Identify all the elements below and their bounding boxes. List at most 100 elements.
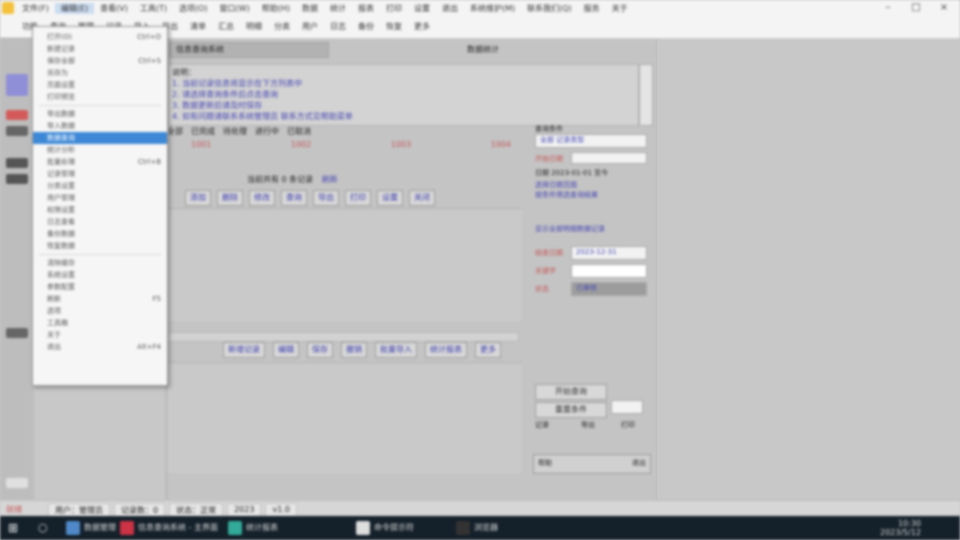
toolbar-button[interactable]: 编辑 — [273, 342, 299, 358]
dropdown-item[interactable]: 清除缓存 — [33, 257, 167, 269]
dropdown-item[interactable]: 工具箱 — [33, 317, 167, 329]
taskbar-item[interactable]: 命令提示符 — [356, 519, 414, 537]
menu-item[interactable]: 编辑(E) — [54, 2, 95, 14]
menu-item[interactable]: 窗口(W) — [214, 3, 256, 14]
search-icon[interactable]: ○ — [38, 519, 48, 537]
dropdown-item[interactable]: 记录管理 — [33, 168, 167, 180]
menu-item[interactable]: 帮助(H) — [256, 3, 296, 14]
filter-link[interactable]: 按条件筛选查询结果 — [535, 190, 598, 200]
menu-item[interactable]: 备份 — [352, 21, 380, 32]
menu-item[interactable]: 文件(F) — [16, 3, 55, 14]
menu-item[interactable]: 联系我们(Q) — [521, 3, 578, 14]
toolbar-button[interactable]: 更多 — [475, 342, 501, 358]
toolbar-button[interactable]: 批量导入 — [375, 342, 417, 358]
icon-row-item[interactable] — [575, 455, 583, 473]
end-date-input[interactable]: 2023-12-31 — [571, 246, 647, 260]
list-area-2[interactable] — [167, 362, 522, 473]
dropdown-item[interactable]: 分类设置 — [33, 180, 167, 192]
dropdown-item[interactable]: 用户管理 — [33, 192, 167, 204]
menu-item[interactable]: 恢复 — [380, 21, 408, 32]
menu-item[interactable]: 清单 — [184, 21, 212, 32]
taskbar-item[interactable]: 浏览器 — [456, 519, 498, 537]
close-icon[interactable]: × — [936, 2, 952, 14]
strip-icon-4[interactable] — [6, 158, 28, 168]
dropdown-item[interactable]: 打开(O) Ctrl+O — [33, 31, 167, 43]
dropdown-item[interactable]: 系统设置 — [33, 269, 167, 281]
toolbar-button[interactable]: 导出 — [313, 190, 339, 206]
option-input[interactable] — [611, 400, 643, 414]
row-tab[interactable]: 进行中 — [255, 126, 279, 137]
clock[interactable]: 10:30 2023/5/12 — [880, 519, 921, 537]
info-scrollbar[interactable] — [639, 64, 653, 126]
strip-icon-3[interactable] — [6, 126, 28, 136]
dropdown-item[interactable]: 保存全部 Ctrl+S — [33, 55, 167, 67]
menu-item[interactable]: 统计 — [324, 3, 352, 14]
reset-button[interactable]: 重置条件 — [535, 402, 607, 418]
icon-row-item[interactable]: 帮助 — [534, 455, 556, 473]
start-date-input[interactable] — [571, 152, 647, 164]
query-button[interactable]: 开始查询 — [535, 384, 607, 400]
icon-row-item[interactable] — [601, 455, 609, 473]
dropdown-item[interactable]: 导入数据 — [33, 120, 167, 132]
menu-item[interactable]: 日志 — [324, 21, 352, 32]
menu-item[interactable]: 数据 — [296, 3, 324, 14]
dropdown-item[interactable]: 统计分析 — [33, 144, 167, 156]
center-refresh-link[interactable]: 刷新 — [322, 175, 338, 184]
menu-item[interactable]: 工具(T) — [134, 3, 173, 14]
dropdown-item[interactable]: 权限设置 — [33, 204, 167, 216]
menu-item[interactable]: 明细 — [240, 21, 268, 32]
toolbar-button[interactable]: 查询 — [281, 190, 307, 206]
list-area-1[interactable] — [167, 208, 522, 321]
taskbar-item[interactable]: 信息查询系统 - 主界面 — [120, 519, 218, 537]
dropdown-item[interactable]: 刷新 F5 — [33, 293, 167, 305]
menu-item[interactable]: 查看(V) — [94, 3, 134, 14]
toolbar-button[interactable]: 设置 — [377, 190, 403, 206]
keyword-input[interactable] — [571, 264, 647, 278]
menu-item[interactable]: 报表 — [352, 3, 380, 14]
toolbar-button[interactable]: 关闭 — [409, 190, 435, 206]
dropdown-item[interactable]: 批量处理 Ctrl+B — [33, 156, 167, 168]
menu-item[interactable]: 更多 — [408, 21, 436, 32]
dropdown-item[interactable]: 退出 Alt+F4 — [33, 341, 167, 353]
start-button-icon[interactable]: ⊞ — [8, 519, 18, 537]
toolbar-button[interactable]: 删除 — [217, 190, 243, 206]
dropdown-item[interactable]: 恢复数据 — [33, 240, 167, 252]
dropdown-item[interactable]: 日志查看 — [33, 216, 167, 228]
icon-row-item[interactable]: 退出 — [628, 455, 650, 473]
row-tab[interactable]: 全部 — [167, 126, 183, 137]
row-tab[interactable]: 已完成 — [191, 126, 215, 137]
row-tab[interactable]: 待处理 — [223, 126, 247, 137]
toolbar-button[interactable]: 撤销 — [341, 342, 367, 358]
option-export[interactable]: 导出 — [581, 420, 595, 430]
toolbar-button[interactable]: 新增记录 — [223, 342, 265, 358]
record-type-select[interactable]: 全部 记录类型 — [535, 134, 647, 148]
menu-item[interactable]: 打印 — [380, 3, 408, 14]
toolbar-button[interactable]: 打印 — [345, 190, 371, 206]
strip-icon-6[interactable] — [6, 328, 28, 338]
strip-icon-5[interactable] — [6, 174, 28, 184]
dropdown-item[interactable]: 导出数据 — [33, 108, 167, 120]
menu-item[interactable]: 关于 — [606, 3, 634, 14]
dropdown-item[interactable]: 选项 — [33, 305, 167, 317]
dropdown-item[interactable]: 数据查询 — [33, 132, 167, 144]
strip-icon-1[interactable] — [6, 74, 28, 96]
menu-item[interactable]: 分类 — [268, 21, 296, 32]
dropdown-item[interactable]: 另存为 — [33, 67, 167, 79]
toolbar-button[interactable]: 修改 — [249, 190, 275, 206]
date-range-link[interactable]: 选择日期范围 — [535, 180, 577, 190]
maximize-icon[interactable]: □ — [908, 2, 924, 14]
status-select[interactable]: 已审核 — [571, 282, 647, 296]
option-record[interactable]: 记录 — [535, 420, 549, 430]
taskbar-item[interactable]: 统计报表 — [228, 519, 278, 537]
dropdown-item[interactable]: 备份数据 — [33, 228, 167, 240]
menu-item[interactable]: 汇总 — [212, 21, 240, 32]
menu-item[interactable]: 用户 — [296, 21, 324, 32]
show-all-link[interactable]: 显示全部明细数据记录 — [535, 224, 605, 234]
minimize-icon[interactable]: – — [880, 2, 896, 14]
taskbar-item[interactable]: 数据管理 — [66, 519, 116, 537]
dropdown-item[interactable]: 打印预览 — [33, 91, 167, 103]
dropdown-item[interactable]: 关于 — [33, 329, 167, 341]
strip-icon-2[interactable] — [6, 110, 28, 120]
toolbar-button[interactable]: 保存 — [307, 342, 333, 358]
dropdown-item[interactable]: 新建记录 — [33, 43, 167, 55]
